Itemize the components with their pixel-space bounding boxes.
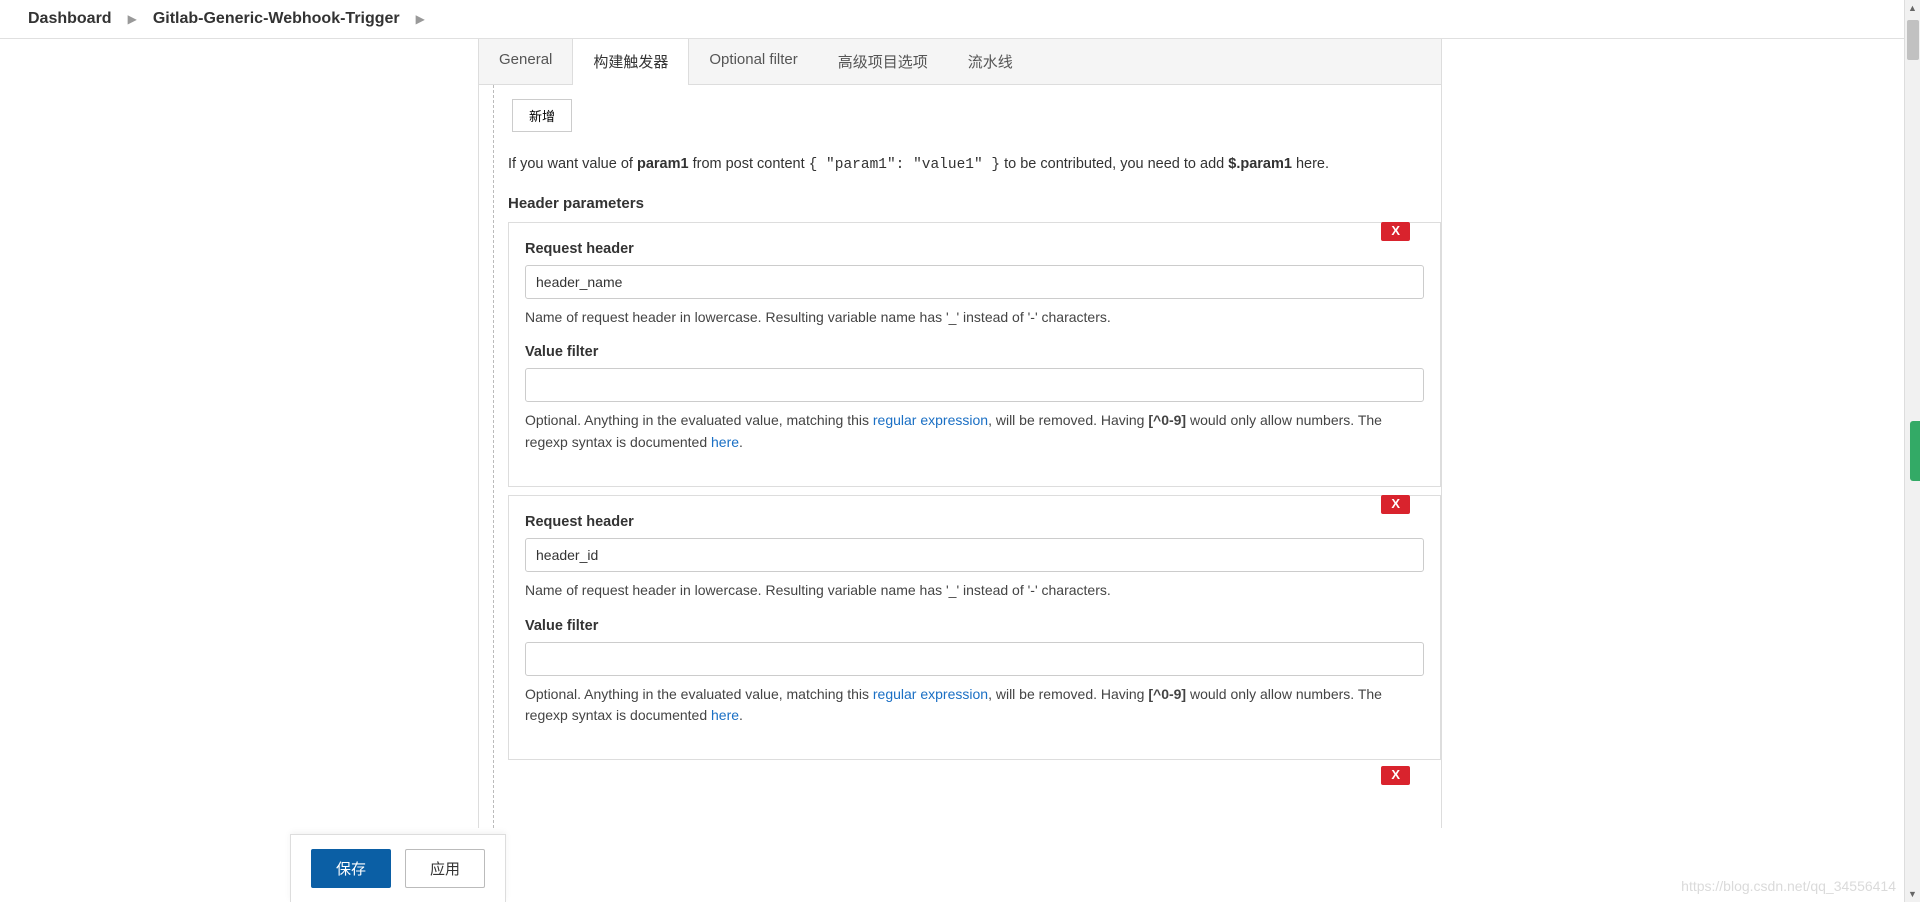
value-filter-input[interactable]	[525, 368, 1424, 402]
footer-actions: 保存 应用	[290, 834, 506, 902]
header-parameters-title: Header parameters	[508, 195, 1441, 212]
tab-pipeline[interactable]: 流水线	[948, 39, 1033, 84]
delete-button[interactable]: X	[1381, 766, 1410, 785]
request-header-label: Request header	[525, 514, 1424, 530]
add-button[interactable]: 新增	[512, 99, 572, 132]
request-header-input[interactable]	[525, 538, 1424, 572]
tab-bar: General 构建触发器 Optional filter 高级项目选项 流水线	[478, 39, 1442, 85]
regex-link[interactable]: regular expression	[873, 412, 988, 428]
scrollbar-thumb[interactable]	[1907, 20, 1919, 60]
config-form: General 构建触发器 Optional filter 高级项目选项 流水线…	[478, 39, 1442, 828]
value-filter-input[interactable]	[525, 642, 1424, 676]
request-header-desc: Name of request header in lowercase. Res…	[525, 307, 1424, 329]
chevron-right-icon: ▶	[128, 12, 137, 26]
scroll-up-icon[interactable]: ▲	[1905, 0, 1920, 16]
delete-button[interactable]: X	[1381, 222, 1410, 241]
tab-advanced[interactable]: 高级项目选项	[818, 39, 948, 84]
tab-optional-filter[interactable]: Optional filter	[689, 39, 817, 84]
scroll-down-icon[interactable]: ▼	[1905, 886, 1920, 902]
request-header-label: Request header	[525, 241, 1424, 257]
breadcrumb: Dashboard ▶ Gitlab-Generic-Webhook-Trigg…	[0, 0, 1920, 39]
tab-build-triggers[interactable]: 构建触发器	[572, 39, 689, 85]
chevron-right-icon: ▶	[416, 12, 425, 26]
watermark: https://blog.csdn.net/qq_34556414	[1681, 878, 1896, 894]
breadcrumb-dashboard[interactable]: Dashboard	[28, 10, 112, 28]
request-header-input[interactable]	[525, 265, 1424, 299]
param-hint: If you want value of param1 from post co…	[508, 154, 1441, 177]
header-param-block: X Request header Name of request header …	[508, 222, 1441, 487]
request-header-desc: Name of request header in lowercase. Res…	[525, 580, 1424, 602]
value-filter-label: Value filter	[525, 618, 1424, 634]
value-filter-desc: Optional. Anything in the evaluated valu…	[525, 684, 1424, 727]
value-filter-label: Value filter	[525, 344, 1424, 360]
regex-doc-link[interactable]: here	[711, 434, 739, 450]
regex-doc-link[interactable]: here	[711, 707, 739, 723]
header-param-block: X Request header Name of request header …	[508, 495, 1441, 760]
side-handle-icon[interactable]	[1910, 421, 1920, 481]
save-button[interactable]: 保存	[311, 849, 391, 888]
value-filter-desc: Optional. Anything in the evaluated valu…	[525, 410, 1424, 453]
apply-button[interactable]: 应用	[405, 849, 485, 888]
breadcrumb-job[interactable]: Gitlab-Generic-Webhook-Trigger	[153, 10, 400, 28]
tab-general[interactable]: General	[479, 39, 572, 84]
delete-button[interactable]: X	[1381, 495, 1410, 514]
regex-link[interactable]: regular expression	[873, 686, 988, 702]
